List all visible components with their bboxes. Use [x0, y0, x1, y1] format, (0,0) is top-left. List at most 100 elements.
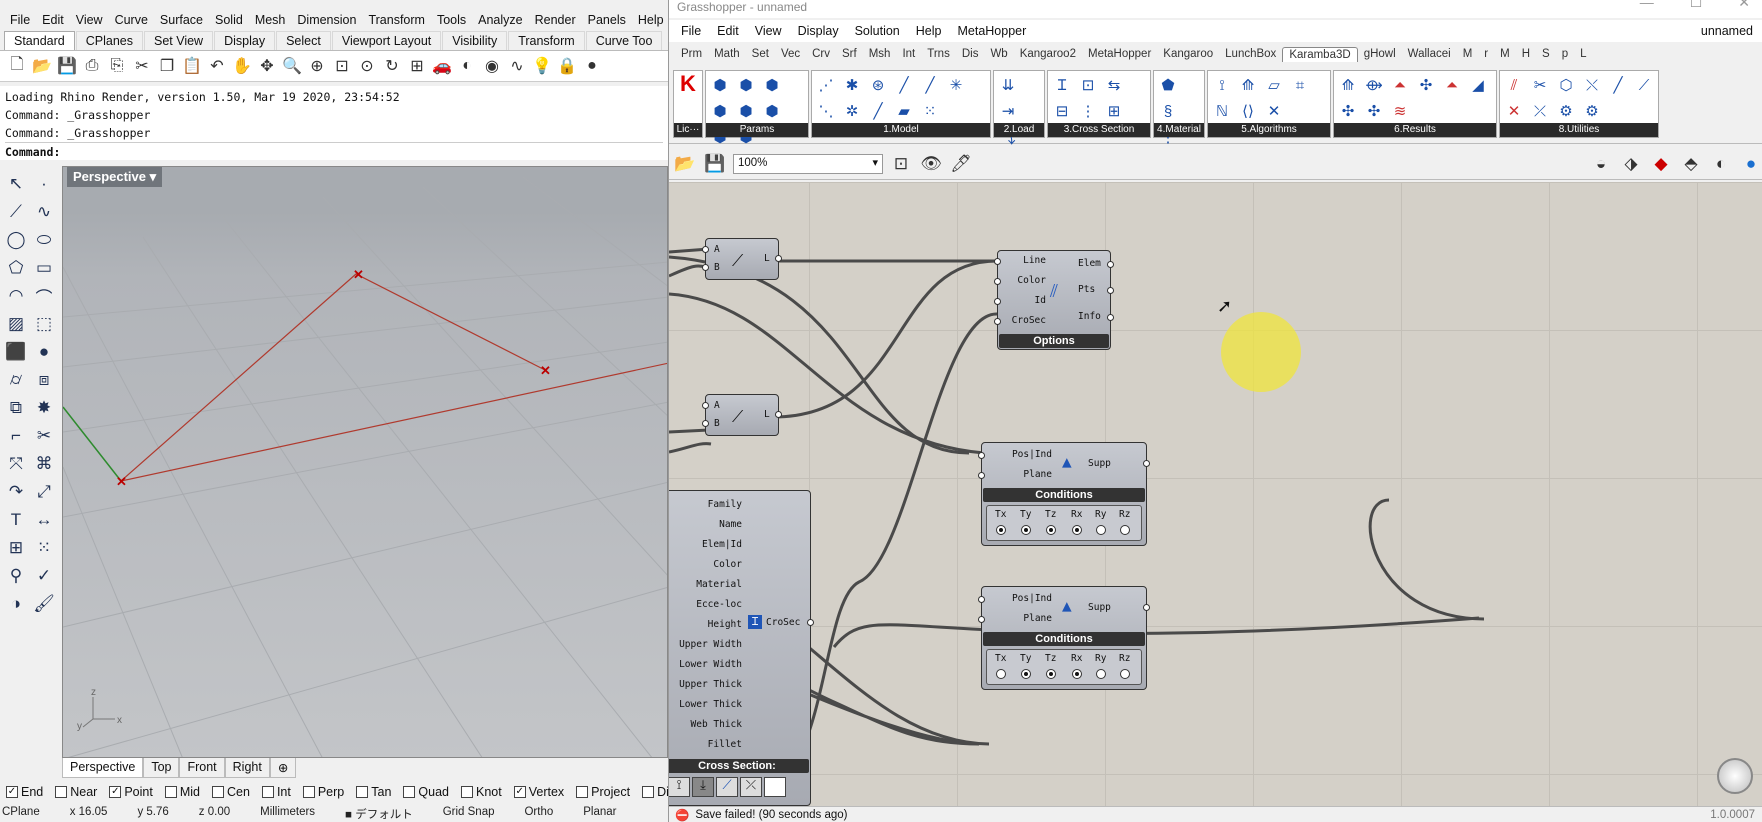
output-port[interactable]	[807, 619, 814, 626]
utility-icon[interactable]: ⟋	[1632, 73, 1656, 97]
param-icon[interactable]: ⬢	[760, 99, 784, 123]
osnap-tan[interactable]: Tan	[356, 785, 391, 799]
shaded-preview-icon[interactable]: ◆	[1649, 153, 1673, 175]
status-grid-snap[interactable]: Grid Snap	[443, 806, 495, 822]
tab-select[interactable]: Select	[276, 31, 331, 50]
crosec-icon[interactable]: ⊟	[1050, 99, 1074, 123]
menu-curve[interactable]: Curve	[109, 13, 154, 27]
rotate-view-icon[interactable]: ↻	[381, 55, 403, 77]
viewport-tab-perspective[interactable]: Perspective	[62, 758, 144, 778]
tab-curve-tools[interactable]: Curve Too	[585, 31, 663, 50]
menu-transform[interactable]: Transform	[362, 13, 431, 27]
osnap-cen[interactable]: Cen	[212, 785, 250, 799]
polygon-icon[interactable]: ⬠	[2, 254, 30, 282]
scale-icon[interactable]: ⤢	[30, 478, 58, 506]
zoom-dropdown[interactable]: 100%	[733, 153, 883, 174]
gh-tab[interactable]: Vec	[775, 47, 806, 61]
gh-menu-help[interactable]: Help	[908, 24, 950, 38]
gh-menu-metahopper[interactable]: MetaHopper	[949, 24, 1034, 38]
command-prompt[interactable]: Command:	[5, 142, 663, 161]
algorithm-icon[interactable]: ⟟	[1210, 73, 1234, 97]
status-cplane[interactable]: CPlane	[2, 806, 40, 822]
gh-tab[interactable]: p	[1556, 47, 1574, 61]
line-component-1[interactable]: A B ⟋ L	[702, 238, 782, 280]
selected-preview-icon[interactable]: ⬘	[1679, 153, 1703, 175]
maximize-icon[interactable]: ☐	[1690, 0, 1703, 11]
osnap-near[interactable]: Near	[55, 785, 97, 799]
dof-ry-radio[interactable]	[1096, 669, 1106, 679]
utility-icon[interactable]: ⤬	[1580, 73, 1604, 97]
point-marker-right[interactable]: ✕	[540, 363, 551, 378]
shape-icon[interactable]: ⟋	[716, 777, 738, 797]
gh-menu-edit[interactable]: Edit	[709, 24, 747, 38]
lightbulb-icon[interactable]: 💡	[531, 55, 553, 77]
render-icon[interactable]: ●	[581, 55, 603, 77]
utility-icon[interactable]: ⬡	[1554, 73, 1578, 97]
dof-tz-radio[interactable]	[1046, 669, 1056, 679]
algorithm-icon[interactable]: ℕ	[1210, 99, 1234, 123]
model-icon[interactable]: ⁙	[918, 99, 942, 123]
trim-icon[interactable]: ✂	[30, 422, 58, 450]
download-icon[interactable]: ⤓	[692, 777, 714, 797]
shade-icon[interactable]: ◐	[456, 55, 478, 77]
beam-icon[interactable]: ╱	[918, 73, 942, 97]
gh-tab[interactable]: Set	[746, 47, 775, 61]
status-layer[interactable]: ■ デフォルト	[345, 806, 413, 822]
save-icon[interactable]: 💾	[703, 153, 727, 175]
menu-surface[interactable]: Surface	[154, 13, 209, 27]
i-beam-icon[interactable]: Ɪ	[1050, 73, 1074, 97]
surface-icon[interactable]: ▨	[2, 310, 30, 338]
gh-tab[interactable]: Trns	[921, 47, 956, 61]
material-icon[interactable]: §	[1156, 99, 1180, 123]
point-marker-left[interactable]: ✕	[116, 474, 127, 489]
mesh-icon[interactable]: ⧈	[30, 366, 58, 394]
crosec-icon[interactable]: ⋮	[1076, 99, 1100, 123]
materials-icon[interactable]: ◉	[481, 55, 503, 77]
gh-tab[interactable]: M	[1457, 47, 1479, 61]
new-file-icon[interactable]: 🗋	[6, 55, 28, 77]
gh-tab[interactable]: H	[1516, 47, 1536, 61]
model-icon[interactable]: ✳	[944, 73, 968, 97]
gh-tab[interactable]: LunchBox	[1219, 47, 1282, 61]
result-icon[interactable]: ⟰	[1336, 73, 1360, 97]
param-icon[interactable]: ⬢	[708, 99, 732, 123]
utility-icon[interactable]: ✂	[1528, 73, 1552, 97]
dof-ty-radio[interactable]	[1021, 525, 1031, 535]
box-icon[interactable]: ⬛	[2, 338, 30, 366]
crosec-icon[interactable]: ⊞	[1102, 99, 1126, 123]
gh-tab[interactable]: Kangaroo2	[1014, 47, 1082, 61]
paint-icon[interactable]: 🖌	[30, 590, 58, 618]
fillet-icon[interactable]: ⌐	[2, 422, 30, 450]
osnap-vertex[interactable]: ✓ Vertex	[513, 785, 564, 799]
wire-display-icon[interactable]: ⬗	[1619, 153, 1643, 175]
dof-tz-radio[interactable]	[1046, 525, 1056, 535]
crosec-icon[interactable]: ⇆	[1102, 73, 1126, 97]
cylinder-icon[interactable]: ⌭	[2, 366, 30, 394]
circle-icon[interactable]: ◯	[2, 226, 30, 254]
output-port[interactable]	[775, 411, 782, 418]
model-icon[interactable]: ✱	[840, 73, 864, 97]
polyline-icon[interactable]: ⟋	[2, 198, 30, 226]
cross-section-component[interactable]: Family Name Elem|Id Color Material Ecce-…	[669, 490, 814, 806]
copy-clipboard-icon[interactable]: ⎘	[106, 55, 128, 77]
blank-button[interactable]	[764, 777, 786, 797]
result-icon[interactable]: ◢	[1466, 73, 1490, 97]
input-port[interactable]	[702, 420, 709, 427]
undo-icon[interactable]: ↶	[206, 55, 228, 77]
model-icon[interactable]: ⋰	[814, 73, 838, 97]
load-icon[interactable]: ⇊	[996, 73, 1020, 97]
text-icon[interactable]: T	[2, 506, 30, 534]
osnap-project[interactable]: Project	[576, 785, 630, 799]
viewport-tab-right[interactable]: Right	[224, 758, 270, 778]
dof-ty-radio[interactable]	[1021, 669, 1031, 679]
osnap-end[interactable]: ✓ End	[6, 785, 43, 799]
save-icon[interactable]: 💾	[56, 55, 78, 77]
algorithm-icon[interactable]: ⌗	[1288, 73, 1312, 97]
tab-viewport-layout[interactable]: Viewport Layout	[331, 31, 442, 50]
preview-eye-icon[interactable]: 👁	[919, 153, 943, 175]
osnap-quad[interactable]: Quad	[403, 785, 449, 799]
boolean-icon[interactable]: ⧉	[2, 394, 30, 422]
rotate-icon[interactable]: ↷	[2, 478, 30, 506]
explode-icon[interactable]: ✸	[30, 394, 58, 422]
model-icon[interactable]: ⊛	[866, 73, 890, 97]
